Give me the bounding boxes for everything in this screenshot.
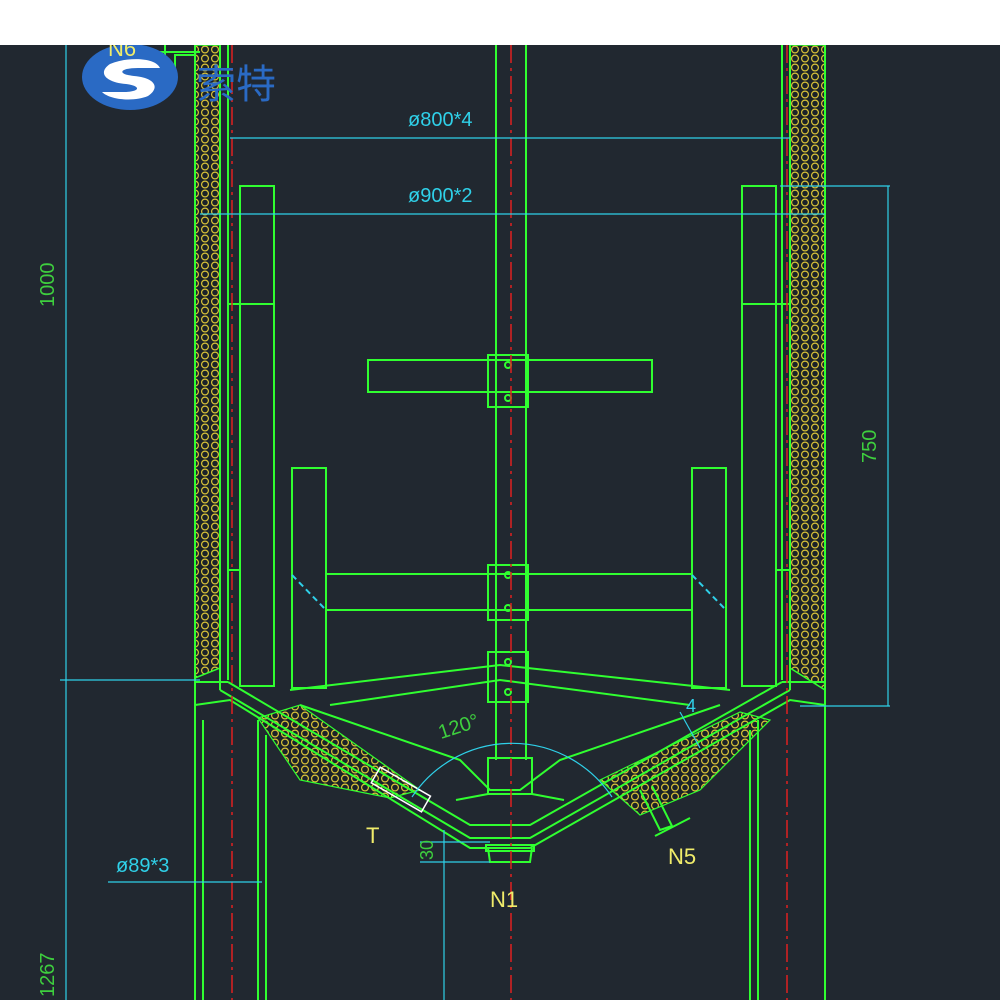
- dimension-label-1267: 1267: [37, 952, 59, 998]
- dimension-label-30: 30: [417, 839, 437, 860]
- dimension-label-800: ø800*4: [408, 109, 473, 131]
- brand-name: 索特: [196, 62, 276, 108]
- dimension-label-750: 750: [859, 429, 881, 463]
- nozzle-label-t: T: [366, 823, 380, 848]
- dimension-label-1000: 1000: [37, 262, 59, 308]
- nozzles: [155, 45, 691, 837]
- center-lines: [231, 45, 788, 1000]
- thickness-label-4: 4: [686, 696, 697, 716]
- vessel-shell: [194, 45, 826, 1000]
- agitator: [289, 45, 731, 801]
- insulation-layer: [194, 45, 826, 816]
- nozzle-label-n1: N1: [490, 887, 519, 912]
- dimension-lines: [60, 45, 890, 1000]
- nozzle-label-n5: N5: [668, 844, 697, 869]
- nozzle-label-n6: N6: [108, 45, 137, 61]
- dimension-label-89: ø89*3: [116, 855, 170, 877]
- cad-drawing-canvas: 索特 N6 ø800*4 ø900*2 1000 750 120° 4 T N5…: [0, 45, 1000, 1000]
- dimension-label-900: ø900*2: [408, 185, 473, 207]
